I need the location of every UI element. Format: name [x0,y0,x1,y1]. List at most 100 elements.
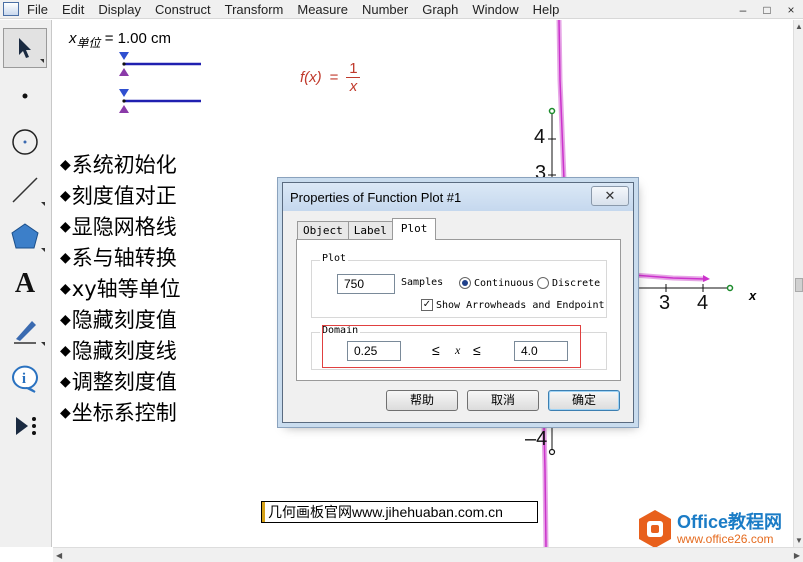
diamond-bullet-icon: ◆ [60,219,71,235]
action-button-label: 系与轴转换 [71,246,177,270]
logo-url: www.office26.com [677,531,774,546]
polygon-tool[interactable] [3,216,47,256]
scroll-up-icon[interactable]: ▲ [795,22,803,31]
function-equals: = [329,69,339,86]
x-unit-var: x [69,30,77,47]
action-button-system-axis-switch[interactable]: ◆系与轴转换 [60,243,181,274]
custom-tool[interactable] [3,406,47,446]
scroll-left-icon[interactable]: ◀ [56,551,62,560]
marker-tool-icon [14,321,36,344]
x-tick-label-4: 4 [697,292,709,314]
scroll-down-icon[interactable]: ▼ [795,536,803,545]
menubar: File Edit Display Construct Transform Me… [0,0,803,19]
function-label: f(x) [300,69,322,86]
action-button-label: 隐藏刻度值 [71,308,177,332]
show-arrowheads-checkbox[interactable]: ✓ [421,299,433,311]
action-button-list: ◆系统初始化 ◆刻度值对正 ◆显隐网格线 ◆系与轴转换 ◆xy轴等单位 ◆隐藏刻… [60,150,181,429]
action-button-adjust-ticks[interactable]: ◆调整刻度值 [60,367,181,398]
restore-button[interactable]: □ [755,0,779,19]
x-unit-sub: 单位 [76,36,101,50]
close-button[interactable]: × [779,0,803,19]
scroll-right-icon[interactable]: ▶ [794,551,800,560]
compass-tool-icon [12,129,38,155]
tool-submenu-indicator [41,248,45,252]
point-tool[interactable] [3,76,47,116]
diamond-bullet-icon: ◆ [60,405,71,421]
menu-transform[interactable]: Transform [225,2,284,17]
straightedge-tool[interactable] [3,170,47,210]
arrow-tool-icon [19,38,31,58]
straightedge-tool-icon [12,177,38,203]
arrow-tool[interactable] [3,28,47,68]
diamond-bullet-icon: ◆ [60,343,71,359]
samples-input[interactable]: 750 [337,274,395,294]
office26-logo: Office教程网 www.office26.com [638,509,782,547]
action-button-hide-tick-values[interactable]: ◆隐藏刻度值 [60,305,181,336]
menu-file[interactable]: File [27,2,48,17]
diamond-bullet-icon: ◆ [60,374,71,390]
information-tool-icon: i [11,365,38,393]
dialog-title-bar[interactable]: Properties of Function Plot #1 [283,183,633,211]
x-unit-value: = 1.00 cm [104,30,171,47]
diamond-bullet-icon: ◆ [60,281,71,297]
tab-object[interactable]: Object [297,221,349,240]
toolbox: A i [0,20,52,547]
fraction-denominator: x [349,78,358,95]
marker-tool[interactable] [3,310,47,350]
samples-label: Samples [401,277,444,288]
tab-plot[interactable]: Plot [391,218,437,240]
dialog-title: Properties of Function Plot #1 [290,189,462,205]
cancel-button[interactable]: 取消 [467,390,539,411]
dialog-close-button[interactable]: ✕ [591,186,629,206]
information-tool[interactable]: i [3,358,47,398]
y-tick-label-neg4: –4 [525,428,548,450]
action-button-label: 显隐网格线 [71,215,177,239]
function-equation[interactable]: f(x) = 1 x [300,60,361,95]
text-tool[interactable]: A [3,264,47,304]
minimize-button[interactable]: – [731,0,755,19]
logo-title: Office教程网 [677,511,783,532]
action-button-system-init[interactable]: ◆系统初始化 [60,150,181,181]
vertical-scrollbar[interactable]: ▲ ▼ [793,20,803,547]
x-unit-measurement[interactable]: x单位 = 1.00 cm [69,30,171,51]
discrete-radio[interactable] [537,277,549,289]
ok-button[interactable]: 确定 [548,390,620,411]
x-axis-label: x [749,288,757,303]
text-tool-icon: A [14,268,36,299]
domain-highlight-box [322,325,581,368]
point-tool-icon [22,93,28,99]
action-button-align-ticks[interactable]: ◆刻度值对正 [60,181,181,212]
horizontal-scrollbar[interactable]: ◀ ▶ [53,547,803,562]
diamond-bullet-icon: ◆ [60,312,71,328]
help-button[interactable]: 帮助 [386,390,458,411]
office-logo-icon [639,510,671,547]
vertical-scroll-thumb[interactable] [795,278,803,292]
polygon-tool-icon [11,223,39,249]
action-button-hide-tick-lines[interactable]: ◆隐藏刻度线 [60,336,181,367]
continuous-radio[interactable] [459,277,471,289]
tab-label[interactable]: Label [347,221,393,240]
menu-number[interactable]: Number [362,2,408,17]
menu-graph[interactable]: Graph [422,2,458,17]
custom-tool-icon [16,417,36,435]
action-button-label: 系统初始化 [71,153,177,177]
plot-group: Plot 750 Samples Continuous Discrete ✓ S… [311,253,607,318]
menu-edit[interactable]: Edit [62,2,84,17]
action-button-equal-units[interactable]: ◆xy轴等单位 [60,274,181,305]
action-button-coord-control[interactable]: ◆坐标系控制 [60,398,181,429]
y-tick-label-4: 4 [534,126,546,148]
properties-dialog: Properties of Function Plot #1 ✕ Object … [282,182,634,423]
menu-window[interactable]: Window [472,2,518,17]
menu-display[interactable]: Display [98,2,141,17]
menu-construct[interactable]: Construct [155,2,211,17]
app-icon [3,2,19,16]
tool-submenu-indicator [40,59,44,63]
menu-measure[interactable]: Measure [297,2,348,17]
diamond-bullet-icon: ◆ [60,157,71,173]
action-button-label: xy轴等单位 [71,277,181,301]
menu-help[interactable]: Help [533,2,560,17]
diamond-bullet-icon: ◆ [60,188,71,204]
diamond-bullet-icon: ◆ [60,250,71,266]
compass-tool[interactable] [3,122,47,162]
action-button-toggle-grid[interactable]: ◆显隐网格线 [60,212,181,243]
